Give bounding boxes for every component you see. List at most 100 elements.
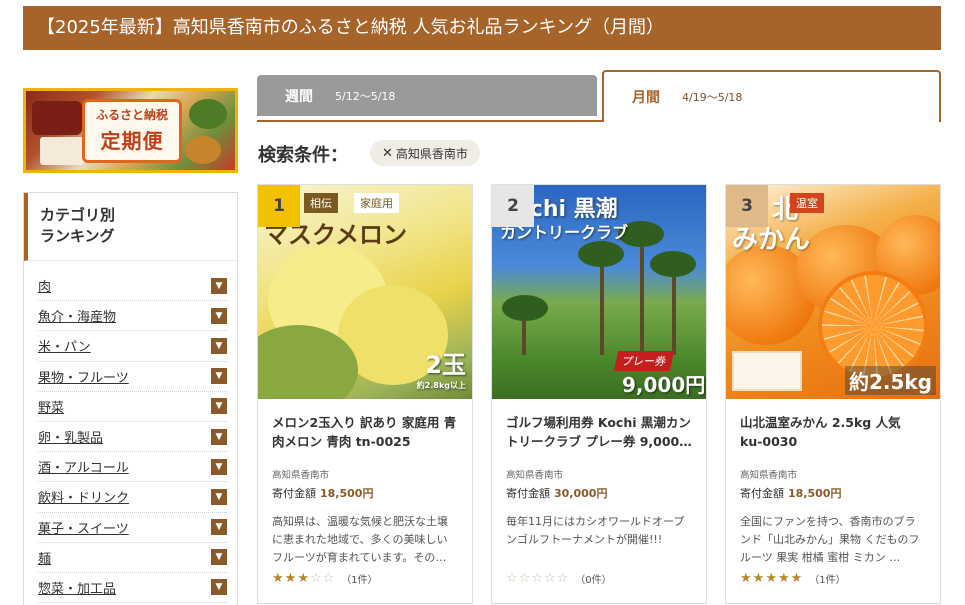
star-empty-icon: ☆ [506, 571, 519, 586]
mikan-box-shape [732, 351, 802, 391]
product-location: 高知県香南市 [272, 470, 330, 481]
category-link[interactable]: 酒・アルコール [38, 457, 129, 476]
beef-image [32, 101, 82, 135]
chevron-down-icon[interactable]: ▼ [211, 519, 227, 536]
category-link[interactable]: 卵・乳製品 [38, 427, 103, 446]
product-image[interactable]: 相伝 家庭用 マスクメロン 2玉 約2.8kg以上 1 [258, 185, 472, 399]
chevron-down-icon[interactable]: ▼ [211, 368, 227, 385]
category-link[interactable]: 魚介・海産物 [38, 306, 116, 325]
rating-row: ☆☆☆☆☆ （0件） [506, 571, 692, 586]
product-title[interactable]: 山北温室みかん 2.5kg 人気 ku-0030 [740, 413, 926, 451]
chevron-down-icon[interactable]: ▼ [211, 337, 227, 354]
price-label: 寄付金額 [740, 487, 784, 500]
star-rating: ☆☆☆☆☆ [506, 571, 569, 586]
palm-leaves-shape [502, 295, 548, 321]
category-item[interactable]: 菓子・スイーツ ▼ [38, 513, 227, 543]
rank-badge: 2 [492, 185, 534, 227]
chevron-down-icon[interactable]: ▼ [211, 458, 227, 475]
star-filled-icon: ★ [752, 571, 766, 586]
search-conditions-label: 検索条件： [258, 145, 348, 166]
product-image[interactable]: 北 温室 みかん 約2.5kg 3 [726, 185, 940, 399]
melon-tag: 相伝 [304, 193, 338, 213]
rating-row: ★★★☆☆ （1件） [272, 571, 458, 586]
star-filled-icon: ★ [297, 571, 310, 586]
tab-monthly-range: 4/19〜5/18 [682, 91, 743, 104]
mikan-tag: 温室 [790, 193, 824, 213]
star-empty-icon: ☆ [556, 571, 570, 586]
product-card[interactable]: 相伝 家庭用 マスクメロン 2玉 約2.8kg以上 1 メロン2玉入り 訳あり … [257, 184, 473, 604]
chevron-down-icon[interactable]: ▼ [211, 307, 227, 324]
melon-count-badge: 2玉 約2.8kg以上 [417, 345, 466, 391]
mikan-cut-shape [818, 271, 928, 381]
category-list: 肉 ▼ 魚介・海産物 ▼ 米・パン ▼ 果物・フルーツ ▼ 野菜 ▼ 卵・乳製品 ▼ 酒・ア… [24, 271, 237, 604]
category-item[interactable]: 麺 ▼ [38, 543, 227, 573]
close-icon[interactable]: ✕ [382, 146, 393, 161]
melon-tag-family: 家庭用 [354, 193, 399, 213]
product-description: 高知県は、温暖な気候と肥沃な土壌に恵まれた地域で、多くの美味しいフルーツが育まれ… [272, 515, 448, 564]
star-empty-icon: ☆ [309, 571, 323, 586]
sidebar-title: カテゴリ別 ランキング [24, 193, 237, 261]
star-empty-icon: ☆ [531, 571, 544, 586]
filter-chip-label: 高知県香南市 [395, 146, 468, 161]
star-filled-icon: ★ [284, 571, 298, 586]
chevron-down-icon[interactable]: ▼ [211, 277, 227, 294]
price-row: 寄付金額 30,000円 [506, 485, 692, 501]
rating-row: ★★★★★ （1件） [740, 571, 926, 586]
category-item[interactable]: 飲料・ドリンク ▼ [38, 482, 227, 513]
sidebar-title-text: カテゴリ別 ランキング [40, 206, 116, 245]
category-link[interactable]: 果物・フルーツ [38, 367, 129, 386]
filter-chip[interactable]: ✕ 高知県香南市 [370, 140, 480, 166]
palm-leaves-shape [578, 241, 624, 267]
product-card[interactable]: Kochi 黒潮 カントリークラブ プレー券 9,000円分 2 ゴルフ場利用券… [491, 184, 707, 604]
chevron-down-icon[interactable]: ▼ [211, 488, 227, 505]
golf-ticket-amount: 9,000円分 [622, 373, 706, 397]
product-card[interactable]: 北 温室 みかん 約2.5kg 3 山北温室みかん 2.5kg 人気 ku-00… [725, 184, 941, 604]
star-filled-icon: ★ [765, 571, 778, 586]
category-link[interactable]: 野菜 [38, 397, 64, 416]
palm-trunk-shape [640, 235, 644, 355]
chevron-down-icon[interactable]: ▼ [211, 579, 227, 596]
category-item[interactable]: 果物・フルーツ ▼ [38, 362, 227, 392]
product-title[interactable]: メロン2玉入り 訳あり 家庭用 青肉メロン 青肉 tn-0025 [272, 413, 458, 451]
palm-leaves-shape [650, 251, 696, 277]
category-link[interactable]: 肉 [38, 276, 51, 295]
category-item[interactable]: 卵・乳製品 ▼ [38, 422, 227, 453]
category-link[interactable]: 惣菜・加工品 [38, 578, 116, 597]
chevron-down-icon[interactable]: ▼ [211, 398, 227, 415]
vegetable-image [189, 99, 227, 129]
category-item[interactable]: 野菜 ▼ [38, 392, 227, 422]
teiki-bin-banner[interactable]: ふるさと納税 定期便 [23, 88, 238, 173]
category-item[interactable]: 肉 ▼ [38, 271, 227, 302]
rice-image [40, 137, 84, 165]
product-image[interactable]: Kochi 黒潮 カントリークラブ プレー券 9,000円分 2 [492, 185, 706, 399]
category-item[interactable]: 酒・アルコール ▼ [38, 452, 227, 483]
category-link[interactable]: 飲料・ドリンク [38, 487, 129, 506]
chevron-down-icon[interactable]: ▼ [211, 549, 227, 566]
review-count: （0件） [575, 575, 612, 586]
tab-weekly-range: 5/12〜5/18 [335, 89, 396, 103]
price-label: 寄付金額 [506, 487, 550, 500]
category-item[interactable]: 魚介・海産物 ▼ [38, 301, 227, 332]
price-row: 寄付金額 18,500円 [272, 485, 458, 501]
product-location: 高知県香南市 [506, 470, 564, 481]
star-filled-icon: ★ [740, 571, 753, 586]
star-empty-icon: ☆ [518, 571, 532, 586]
category-item[interactable]: 惣菜・加工品 ▼ [38, 573, 227, 604]
tab-monthly[interactable]: 月間 4/19〜5/18 [602, 70, 941, 122]
category-link[interactable]: 麺 [38, 548, 51, 567]
melon-weight: 約2.8kg以上 [416, 381, 466, 390]
chevron-down-icon[interactable]: ▼ [211, 428, 227, 445]
star-empty-icon: ☆ [322, 571, 336, 586]
melon-count: 2玉 [425, 351, 466, 379]
product-title[interactable]: ゴルフ場利用券 Kochi 黒潮カントリークラブ プレー券 9,000… [506, 413, 692, 451]
palm-trunk-shape [672, 265, 676, 355]
star-filled-icon: ★ [790, 571, 804, 586]
category-item[interactable]: 米・パン ▼ [38, 331, 227, 362]
category-link[interactable]: 菓子・スイーツ [38, 518, 129, 537]
product-location: 高知県香南市 [740, 470, 798, 481]
product-description: 毎年11月にはカシオワールドオープンゴルフトーナメントが開催!!! [506, 515, 685, 546]
star-filled-icon: ★ [272, 571, 285, 586]
tab-weekly[interactable]: 週間 5/12〜5/18 [257, 75, 597, 116]
category-link[interactable]: 米・パン [38, 336, 91, 355]
banner-label-card: ふるさと納税 定期便 [82, 99, 182, 163]
